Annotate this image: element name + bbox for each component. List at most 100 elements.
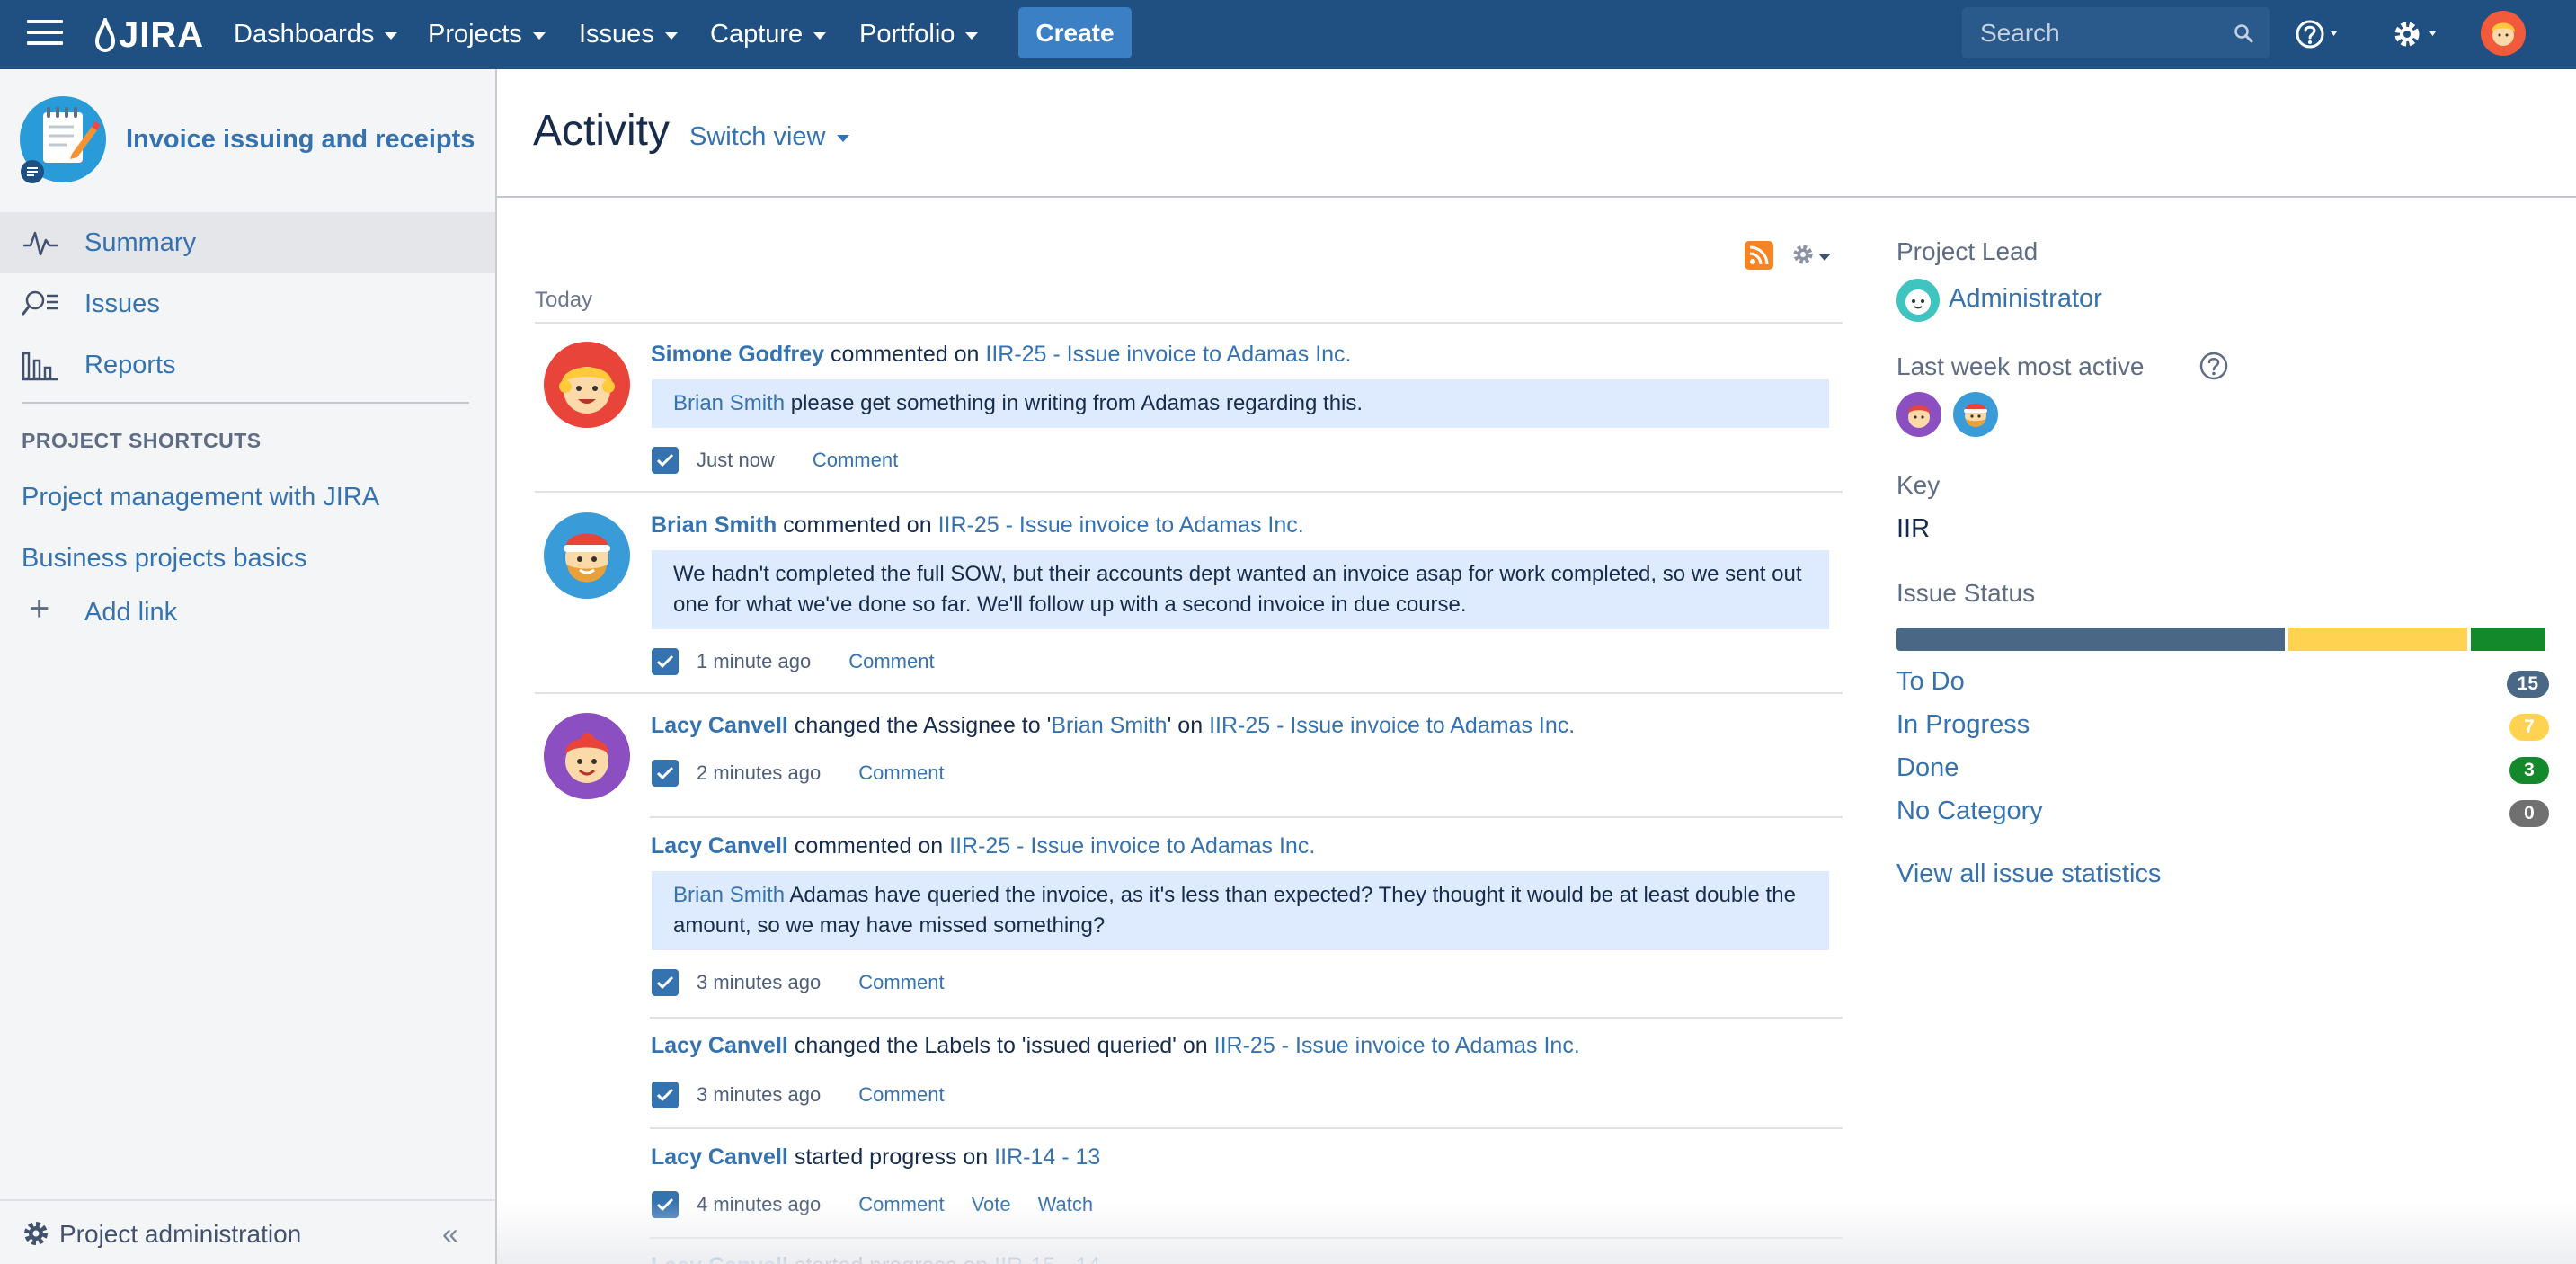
chevron-down-icon [965, 32, 979, 40]
entry-meta: 4 minutes ago Comment Vote Watch [652, 1191, 1120, 1218]
issue-link[interactable]: IIR-25 - Issue invoice to Adamas Inc. [1209, 713, 1575, 738]
entry-timestamp: 3 minutes ago [697, 971, 822, 993]
project-avatar[interactable] [18, 94, 108, 184]
create-button[interactable]: Create [1018, 7, 1132, 58]
avatar[interactable] [544, 512, 630, 599]
status-count-badge: 7 [2509, 714, 2549, 741]
task-checkbox-icon [652, 1082, 679, 1108]
status-link-in-progress[interactable]: In Progress [1896, 710, 2030, 740]
comment-quote: Brian Smith Adamas have queried the invo… [652, 871, 1829, 950]
mention-link[interactable]: Brian Smith [673, 883, 785, 907]
issue-link[interactable]: IIR-14 - 13 [994, 1144, 1100, 1170]
issue-link[interactable]: IIR-25 - Issue invoice to Adamas Inc. [949, 833, 1315, 859]
project-administration-link[interactable]: Project administration « [0, 1199, 495, 1264]
user-link[interactable]: Lacy Canvell [651, 1253, 788, 1264]
activity-entry-headline: Lacy Canvell changed the Assignee to 'Br… [651, 713, 1576, 738]
lacy-avatar-icon [564, 733, 609, 783]
settings-gear-icon[interactable] [2389, 16, 2445, 52]
user-link[interactable]: Lacy Canvell [651, 833, 788, 859]
entry-divider [650, 1127, 1843, 1129]
activity-icon [23, 231, 58, 256]
issues-search-icon [22, 290, 58, 316]
project-lead-avatar[interactable] [1896, 279, 1940, 322]
issue-link[interactable]: IIR-25 - Issue invoice to Adamas Inc. [938, 512, 1304, 538]
capture-menu[interactable]: Capture [710, 0, 827, 69]
activity-entry-headline: Simone Godfrey commented on IIR-25 - Iss… [651, 342, 1352, 367]
project-lead-heading: Project Lead [1896, 237, 2039, 265]
status-row-done: Done 3 [1896, 753, 2549, 789]
most-active-heading: Last week most active [1896, 352, 2145, 380]
view-all-statistics-link[interactable]: View all issue statistics [1896, 859, 2161, 889]
collapse-sidebar-button[interactable]: « [442, 1217, 458, 1251]
user-link[interactable]: Brian Smith [651, 512, 777, 538]
issue-link[interactable]: IIR-25 - Issue invoice to Adamas Inc. [1214, 1033, 1580, 1058]
admin-gear-icon [24, 1222, 48, 1245]
comment-action-link[interactable]: Comment [813, 449, 898, 472]
search-input[interactable] [1962, 7, 2223, 58]
status-link-done[interactable]: Done [1896, 753, 1959, 783]
chevron-down-icon [813, 32, 827, 40]
issue-link[interactable]: IIR-25 - Issue invoice to Adamas Inc. [985, 342, 1351, 367]
entry-divider [535, 491, 1843, 493]
shortcut-business-projects[interactable]: Business projects basics [22, 544, 307, 574]
sidebar-item-summary[interactable]: Summary [0, 212, 495, 273]
activity-entry-headline: Brian Smith commented on IIR-25 - Issue … [651, 512, 1304, 538]
vote-action-link[interactable]: Vote [972, 1193, 1011, 1216]
comment-action-link[interactable]: Comment [858, 761, 944, 785]
user-link[interactable]: Lacy Canvell [651, 713, 788, 738]
user-link[interactable]: Lacy Canvell [651, 1033, 788, 1058]
entry-meta: 1 minute ago Comment [652, 648, 962, 675]
sidebar-item-reports[interactable]: Reports [0, 334, 495, 396]
day-group-divider [535, 322, 1843, 324]
issues-menu[interactable]: Issues [579, 0, 678, 69]
portfolio-menu[interactable]: Portfolio [859, 0, 979, 69]
user-link[interactable]: Simone Godfrey [651, 342, 824, 367]
shortcut-project-management[interactable]: Project management with JIRA [22, 483, 379, 512]
help-question-icon[interactable] [2198, 351, 2229, 381]
project-notebook-icon [20, 96, 106, 183]
status-link-todo[interactable]: To Do [1896, 667, 1965, 697]
comment-action-link[interactable]: Comment [858, 1193, 944, 1216]
sidebar-divider [22, 402, 469, 404]
chevron-down-icon[interactable] [1818, 254, 1831, 261]
user-link[interactable]: Lacy Canvell [651, 1144, 788, 1170]
sidebar-item-issues[interactable]: Issues [0, 273, 495, 334]
dashboards-menu[interactable]: Dashboards [234, 0, 398, 69]
issue-status-heading: Issue Status [1896, 579, 2036, 607]
status-link-no-category[interactable]: No Category [1896, 797, 2043, 826]
watch-action-link[interactable]: Watch [1038, 1193, 1094, 1216]
jira-logo[interactable]: JIRA [93, 13, 204, 58]
active-user-avatar[interactable] [1896, 392, 1941, 437]
stream-settings-gear-icon[interactable] [1791, 243, 1815, 266]
rss-feed-icon[interactable] [1745, 241, 1773, 270]
comment-action-link[interactable]: Comment [848, 650, 934, 673]
mention-link[interactable]: Brian Smith [673, 391, 785, 415]
status-bar-segment-in-progress[interactable] [2287, 628, 2471, 651]
entry-meta: 3 minutes ago Comment [652, 969, 972, 996]
project-lead-link[interactable]: Administrator [1949, 284, 2102, 314]
chevron-down-icon [664, 32, 678, 40]
user-profile-avatar[interactable] [2481, 11, 2526, 56]
projects-menu[interactable]: Projects [428, 0, 546, 69]
app-switcher-menu-icon[interactable] [27, 20, 63, 50]
day-group-label: Today [535, 288, 593, 312]
status-bar-segment-todo[interactable] [1896, 628, 2288, 651]
project-name[interactable]: Invoice issuing and receipts [126, 125, 475, 155]
active-user-avatar[interactable] [1953, 392, 1998, 437]
assignee-link[interactable]: Brian Smith [1051, 713, 1167, 738]
comment-action-link[interactable]: Comment [858, 1083, 944, 1107]
issue-link[interactable]: IIR-15 - 14 [994, 1253, 1100, 1264]
task-checkbox-icon [652, 648, 679, 675]
avatar[interactable] [544, 342, 630, 428]
avatar[interactable] [544, 713, 630, 799]
comment-action-link[interactable]: Comment [858, 971, 944, 994]
entry-divider [650, 1237, 1843, 1239]
key-heading: Key [1896, 471, 1941, 499]
search-icon[interactable] [2234, 23, 2253, 43]
search-box [1962, 7, 2270, 58]
switch-view-dropdown[interactable]: Switch view [689, 122, 849, 152]
entry-meta: 2 minutes ago Comment [652, 760, 972, 787]
help-icon[interactable] [2295, 18, 2345, 50]
status-bar-segment-done[interactable] [2470, 628, 2549, 651]
entry-timestamp: 1 minute ago [697, 650, 812, 672]
